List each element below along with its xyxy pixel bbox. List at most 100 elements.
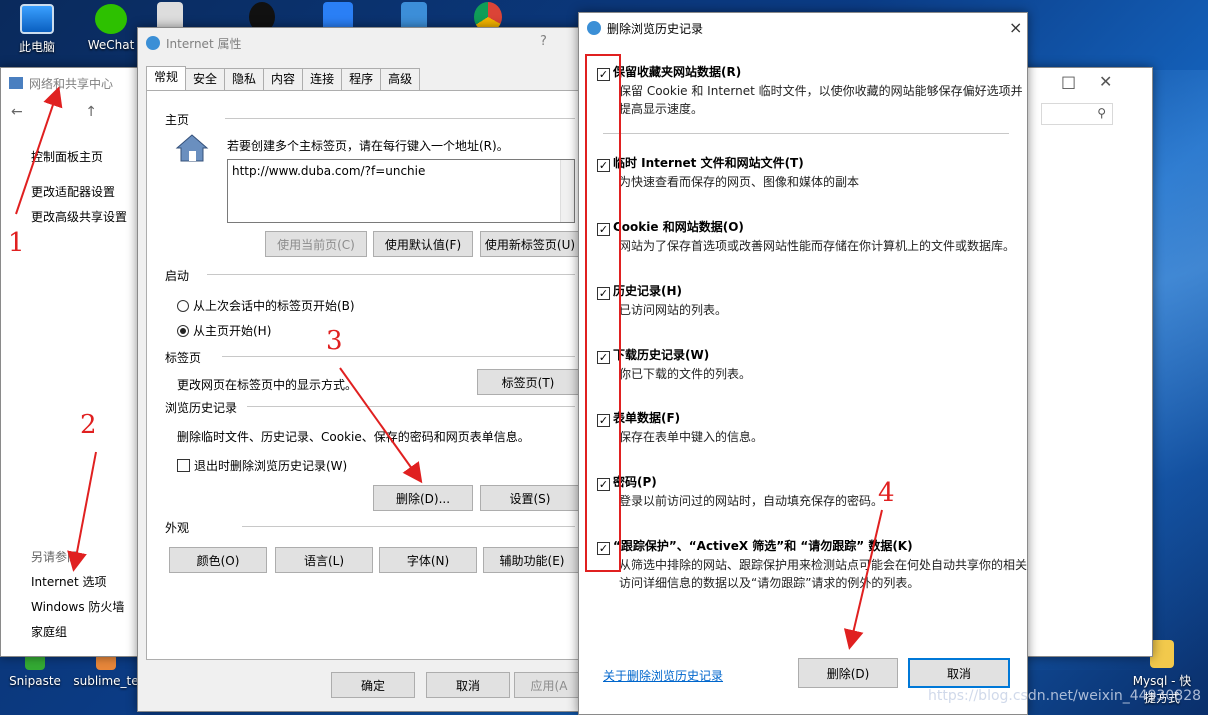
up-arrow-icon[interactable]: ↑ (85, 104, 97, 120)
textarea-scrollbar[interactable] (560, 160, 574, 222)
item-title[interactable]: ✓ 密码(P) (597, 473, 1027, 491)
see-also-label: 另请参阅 (31, 550, 80, 564)
delete-button[interactable]: 删除(D) (798, 658, 898, 688)
maximize-icon[interactable]: □ (1061, 72, 1076, 91)
divider (247, 406, 575, 407)
item-title-text: 临时 Internet 文件和网站文件(T) (613, 156, 804, 170)
item-cookies: ✓ Cookie 和网站数据(O) 网站为了保存首选项或改善网站性能而存储在你计算… (597, 218, 1027, 255)
divider (222, 356, 575, 357)
desktop-icon-sublime[interactable]: sublime_te (70, 654, 142, 688)
dialog-cancel-button[interactable]: 取消 (908, 658, 1010, 688)
network-icon (9, 77, 23, 89)
radio-label: 从主页开始(H) (193, 324, 272, 338)
item-form-data: ✓ 表单数据(F) 保存在表单中键入的信息。 (597, 409, 1027, 446)
item-title-text: 保留收藏夹网站数据(R) (613, 65, 742, 79)
history-section-label: 浏览历史记录 (165, 401, 238, 415)
item-title[interactable]: ✓ 历史记录(H) (597, 282, 1027, 300)
tab-content[interactable]: 内容 (263, 68, 304, 90)
history-settings-button[interactable]: 设置(S) (480, 485, 580, 511)
languages-button[interactable]: 语言(L) (275, 547, 373, 573)
item-desc: 保留 Cookie 和 Internet 临时文件，以使你收藏的网站能够保存偏好… (619, 84, 1023, 116)
tabs-section-label: 标签页 (165, 351, 202, 365)
help-button[interactable]: ? (540, 34, 547, 49)
startup-section-label: 启动 (165, 269, 190, 283)
tab-advanced[interactable]: 高级 (380, 68, 421, 90)
home-url-textarea[interactable]: http://www.duba.com/?f=unchie (227, 159, 575, 223)
delete-history-dialog: 删除浏览历史记录 × ✓ 保留收藏夹网站数据(R) 保留 Cookie 和 Int… (578, 12, 1028, 715)
history-desc: 删除临时文件、历史记录、Cookie、保存的密码和网页表单信息。 (177, 430, 530, 444)
item-desc: 你已下载的文件的列表。 (619, 367, 752, 381)
item-temp-files: ✓ 临时 Internet 文件和网站文件(T) 为快速查看而保存的网页、图像和媒… (597, 154, 1027, 191)
link-internet-options[interactable]: Internet 选项 (31, 573, 106, 590)
link-adapter-settings[interactable]: 更改适配器设置 (31, 183, 115, 200)
divider (603, 133, 1009, 134)
back-arrow-icon[interactable]: ← (11, 104, 23, 120)
tab-connections[interactable]: 连接 (302, 68, 343, 90)
tab-strip: 常规 安全 隐私 内容 连接 程序 高级 (146, 66, 421, 90)
home-hint: 若要创建多个主标签页，请在每行键入一个地址(R)。 (227, 139, 509, 153)
fonts-button[interactable]: 字体(N) (379, 547, 477, 573)
tab-programs[interactable]: 程序 (341, 68, 382, 90)
ok-button[interactable]: 确定 (331, 672, 415, 698)
desktop-icon-snipaste[interactable]: Snipaste (0, 654, 70, 688)
tab-general[interactable]: 常规 (146, 66, 187, 90)
startup-option-last-session[interactable]: 从上次会话中的标签页开始(B) (177, 297, 355, 314)
use-current-button[interactable]: 使用当前页(C) (265, 231, 367, 257)
computer-icon (20, 4, 54, 34)
tab-privacy[interactable]: 隐私 (224, 68, 265, 90)
checkbox-checked-icon: ✓ (597, 68, 610, 81)
link-advanced-sharing[interactable]: 更改高级共享设置 (31, 208, 127, 225)
apply-button[interactable]: 应用(A (514, 672, 584, 698)
desktop-icon-label: sublime_te (73, 674, 139, 688)
item-title[interactable]: ✓ 表单数据(F) (597, 409, 1027, 427)
tabs-desc: 更改网页在标签页中的显示方式。 (177, 378, 358, 392)
link-homegroup[interactable]: 家庭组 (31, 623, 67, 640)
item-preserve-favorites: ✓ 保留收藏夹网站数据(R) 保留 Cookie 和 Internet 临时文件，… (597, 63, 1027, 118)
item-title[interactable]: ✓ Cookie 和网站数据(O) (597, 218, 1027, 236)
item-tracking-protection: ✓ “跟踪保护”、“ActiveX 筛选”和 “请勿跟踪” 数据(K) 从筛选中排… (597, 537, 1027, 592)
search-box[interactable]: ⚲ (1041, 103, 1113, 125)
use-default-button[interactable]: 使用默认值(F) (373, 231, 473, 257)
desktop-icon-label: WeChat (87, 38, 135, 52)
history-delete-button[interactable]: 删除(D)... (373, 485, 473, 511)
link-windows-firewall[interactable]: Windows 防火墙 (31, 598, 124, 615)
item-title[interactable]: ✓ 临时 Internet 文件和网站文件(T) (597, 154, 1027, 172)
use-new-tab-button[interactable]: 使用新标签页(U) (480, 231, 580, 257)
general-panel: 主页 若要创建多个主标签页，请在每行键入一个地址(R)。 http://www.… (146, 90, 586, 660)
delete-on-exit-checkbox[interactable]: 退出时删除浏览历史记录(W) (177, 457, 347, 474)
divider (225, 118, 575, 119)
item-desc: 网站为了保存首选项或改善网站性能而存储在你计算机上的文件或数据库。 (619, 239, 1016, 253)
item-download-history: ✓ 下载历史记录(W) 你已下载的文件的列表。 (597, 346, 1027, 383)
tab-security[interactable]: 安全 (185, 68, 226, 90)
checkbox-label: 退出时删除浏览历史记录(W) (194, 459, 348, 473)
item-title[interactable]: ✓ 保留收藏夹网站数据(R) (597, 63, 1027, 81)
item-desc: 保存在表单中键入的信息。 (619, 430, 764, 444)
link-control-panel-home[interactable]: 控制面板主页 (31, 148, 103, 165)
appearance-section-label: 外观 (165, 521, 190, 535)
item-desc: 登录以前访问过的网站时，自动填充保存的密码。 (619, 494, 884, 508)
item-title[interactable]: ✓ 下载历史记录(W) (597, 346, 1027, 364)
annotation-number-2: 2 (80, 410, 97, 440)
inet-titlebar: Internet 属性 (138, 28, 592, 58)
delete-titlebar: 删除浏览历史记录 (579, 13, 1027, 43)
item-title-text: 密码(P) (613, 475, 657, 489)
close-icon[interactable]: × (1009, 18, 1022, 37)
close-icon[interactable]: ✕ (1099, 72, 1112, 91)
desktop-icon-wechat[interactable]: WeChat (76, 4, 146, 52)
colors-button[interactable]: 颜色(O) (169, 547, 267, 573)
accessibility-button[interactable]: 辅助功能(E) (483, 547, 581, 573)
item-desc: 已访问网站的列表。 (619, 303, 728, 317)
item-title[interactable]: ✓ “跟踪保护”、“ActiveX 筛选”和 “请勿跟踪” 数据(K) (597, 537, 1027, 555)
cancel-button[interactable]: 取消 (426, 672, 510, 698)
item-title-text: 历史记录(H) (613, 284, 683, 298)
radio-icon (177, 300, 189, 312)
about-delete-history-link[interactable]: 关于删除浏览历史记录 (603, 667, 723, 684)
desktop-icon-this-pc[interactable]: 此电脑 (2, 4, 72, 55)
checkbox-icon (177, 459, 190, 472)
home-url-text: http://www.duba.com/?f=unchie (232, 164, 426, 178)
desktop-icon-label: Mysql - 快 (1132, 674, 1192, 688)
checkbox-checked-icon: ✓ (597, 478, 610, 491)
checkbox-checked-icon: ✓ (597, 287, 610, 300)
startup-option-homepage[interactable]: 从主页开始(H) (177, 322, 271, 339)
tabs-settings-button[interactable]: 标签页(T) (477, 369, 579, 395)
